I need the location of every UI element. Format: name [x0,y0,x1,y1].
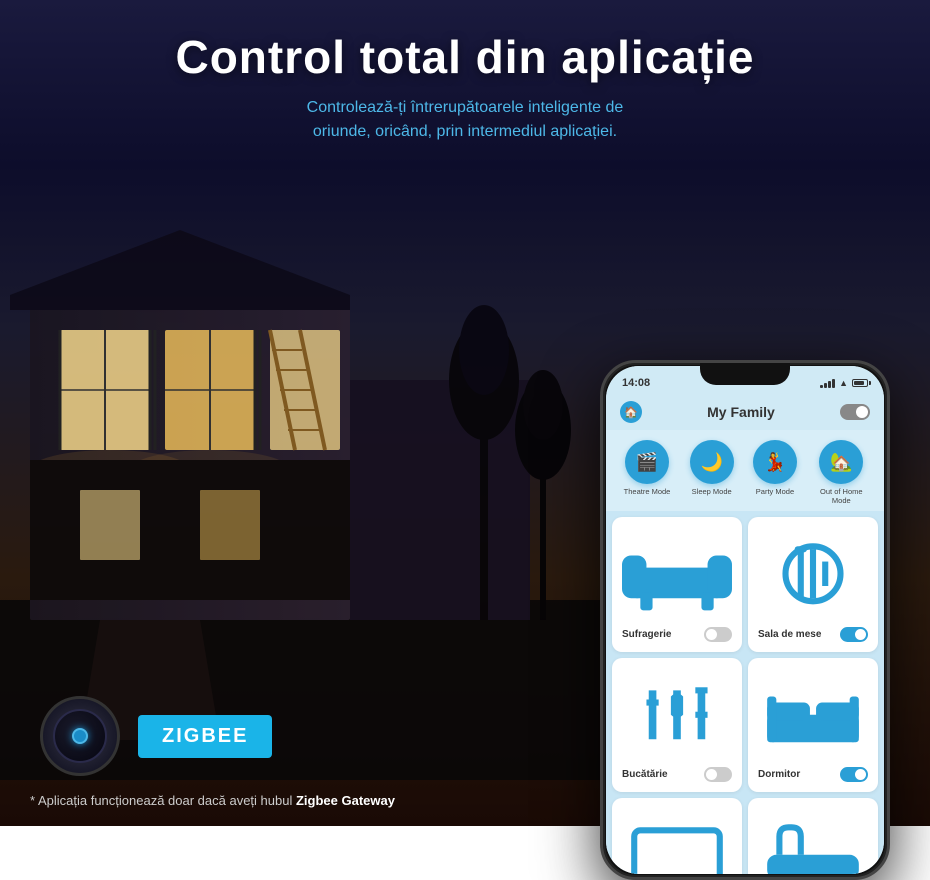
room-card-dormitor[interactable]: Dormitor [748,658,878,793]
signal-bars [820,379,835,388]
dining-icon-area [758,527,868,621]
phone-screen: 14:08 ▲ 🏠 My Family [606,366,884,874]
sleep-mode-icon: 🌙 [690,440,734,484]
sleep-mode-label: Sleep Mode [692,487,732,496]
phone-mockup: 14:08 ▲ 🏠 My Family [600,360,890,880]
room-card-sala-de-mese[interactable]: Sala de mese [748,517,878,652]
zigbee-device [40,696,120,776]
tv-icon [622,812,732,874]
room-card-baie[interactable]: Baie [748,798,878,874]
theatre-mode-icon: 🎬 [625,440,669,484]
sofa-icon [622,531,732,617]
status-time: 14:08 [622,377,650,389]
room-card-sufragerie[interactable]: Sufragerie [612,517,742,652]
phone-frame: 14:08 ▲ 🏠 My Family [600,360,890,880]
subtitle-line2: oriunde, oricând, prin intermediul aplic… [313,123,617,140]
bed-icon [758,672,868,758]
dining-name: Sala de mese [758,629,821,640]
zigbee-badge: ZIGBEE [138,715,272,758]
app-header: 🏠 My Family [606,394,884,430]
bath-icon [758,812,868,874]
dormitor-footer: Dormitor [758,767,868,782]
battery-fill [854,381,864,385]
out-of-home-icon: 🏡 [819,440,863,484]
footer-note: * Aplicația funcționează doar dacă aveți… [30,793,395,808]
mode-party[interactable]: 💃 Party Mode [753,440,797,505]
dining-footer: Sala de mese [758,627,868,642]
living-icon-area [622,808,732,874]
signal-bar-1 [820,385,823,388]
out-of-home-label: Out of Home Mode [816,487,866,505]
party-mode-icon: 💃 [753,440,797,484]
wifi-icon: ▲ [839,378,848,388]
zigbee-area: ZIGBEE [40,696,272,776]
signal-bar-3 [828,381,831,388]
kitchen-icon-area [622,668,732,762]
sufragerie-icon-area [622,527,732,621]
top-content: Control total din aplicație Controlează-… [0,0,930,144]
bucatarie-toggle[interactable] [704,767,732,782]
subtitle-line1: Controlează-ți întrerupătoarele intelige… [307,99,624,116]
page-title: Control total din aplicație [0,30,930,84]
phone-notch [700,363,790,385]
dormitor-toggle[interactable] [840,767,868,782]
zigbee-dot [72,728,88,744]
subtitle: Controlează-ți întrerupătoarele intelige… [265,96,665,144]
battery-icon [852,379,868,387]
party-mode-label: Party Mode [756,487,794,496]
header-toggle[interactable] [840,404,870,420]
footer-note-bold: Zigbee Gateway [296,793,395,808]
mode-sleep[interactable]: 🌙 Sleep Mode [690,440,734,505]
room-card-bucatarie[interactable]: Bucătărie [612,658,742,793]
footer-note-prefix: * Aplicația funcționează doar dacă aveți… [30,793,296,808]
mode-theatre[interactable]: 🎬 Theatre Mode [624,440,671,505]
house-illustration [0,100,600,780]
room-card-living[interactable]: Living [612,798,742,874]
bath-icon-area [758,808,868,874]
home-icon: 🏠 [620,401,642,423]
dining-icon [758,531,868,617]
bucatarie-name: Bucătărie [622,769,668,780]
signal-bar-4 [832,379,835,388]
signal-bar-2 [824,383,827,388]
dormitor-name: Dormitor [758,769,800,780]
bed-icon-area [758,668,868,762]
bucatarie-footer: Bucătărie [622,767,732,782]
sufragerie-footer: Sufragerie [622,627,732,642]
sufragerie-toggle[interactable] [704,627,732,642]
app-title: My Family [707,404,775,420]
theatre-mode-label: Theatre Mode [624,487,671,496]
status-icons: ▲ [820,378,868,388]
modes-row: 🎬 Theatre Mode 🌙 Sleep Mode 💃 Party Mode… [606,430,884,511]
dining-toggle[interactable] [840,627,868,642]
rooms-grid: Sufragerie [606,511,884,874]
mode-out-of-home[interactable]: 🏡 Out of Home Mode [816,440,866,505]
sufragerie-name: Sufragerie [622,629,671,640]
kitchen-icon [622,672,732,758]
